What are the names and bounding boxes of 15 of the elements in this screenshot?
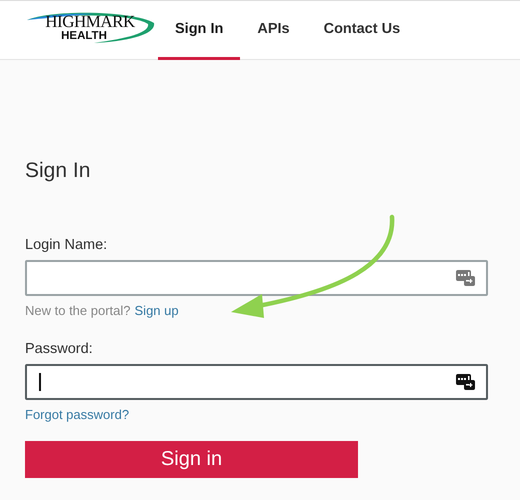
- nav-tab[interactable]: Contact Us: [306, 1, 418, 60]
- nav-tab[interactable]: APIs: [240, 1, 307, 60]
- field-label: Login Name:: [25, 237, 108, 253]
- form-title: Sign In: [25, 159, 92, 183]
- logo-subtitle: HEALTH: [61, 30, 107, 42]
- sign-in-button[interactable]: Sign in: [25, 441, 358, 478]
- password-manager-icon[interactable]: [456, 373, 476, 391]
- field-label: Password:: [25, 341, 94, 357]
- hint-text: New to the portal?: [25, 303, 131, 318]
- input-field[interactable]: [25, 364, 488, 400]
- input-field[interactable]: [25, 260, 488, 296]
- logo-wordmark: HIGHMARK: [45, 13, 135, 30]
- text-link[interactable]: Sign up: [134, 303, 179, 318]
- nav-tab[interactable]: Sign In: [158, 1, 240, 60]
- text-link[interactable]: Forgot password?: [25, 407, 130, 422]
